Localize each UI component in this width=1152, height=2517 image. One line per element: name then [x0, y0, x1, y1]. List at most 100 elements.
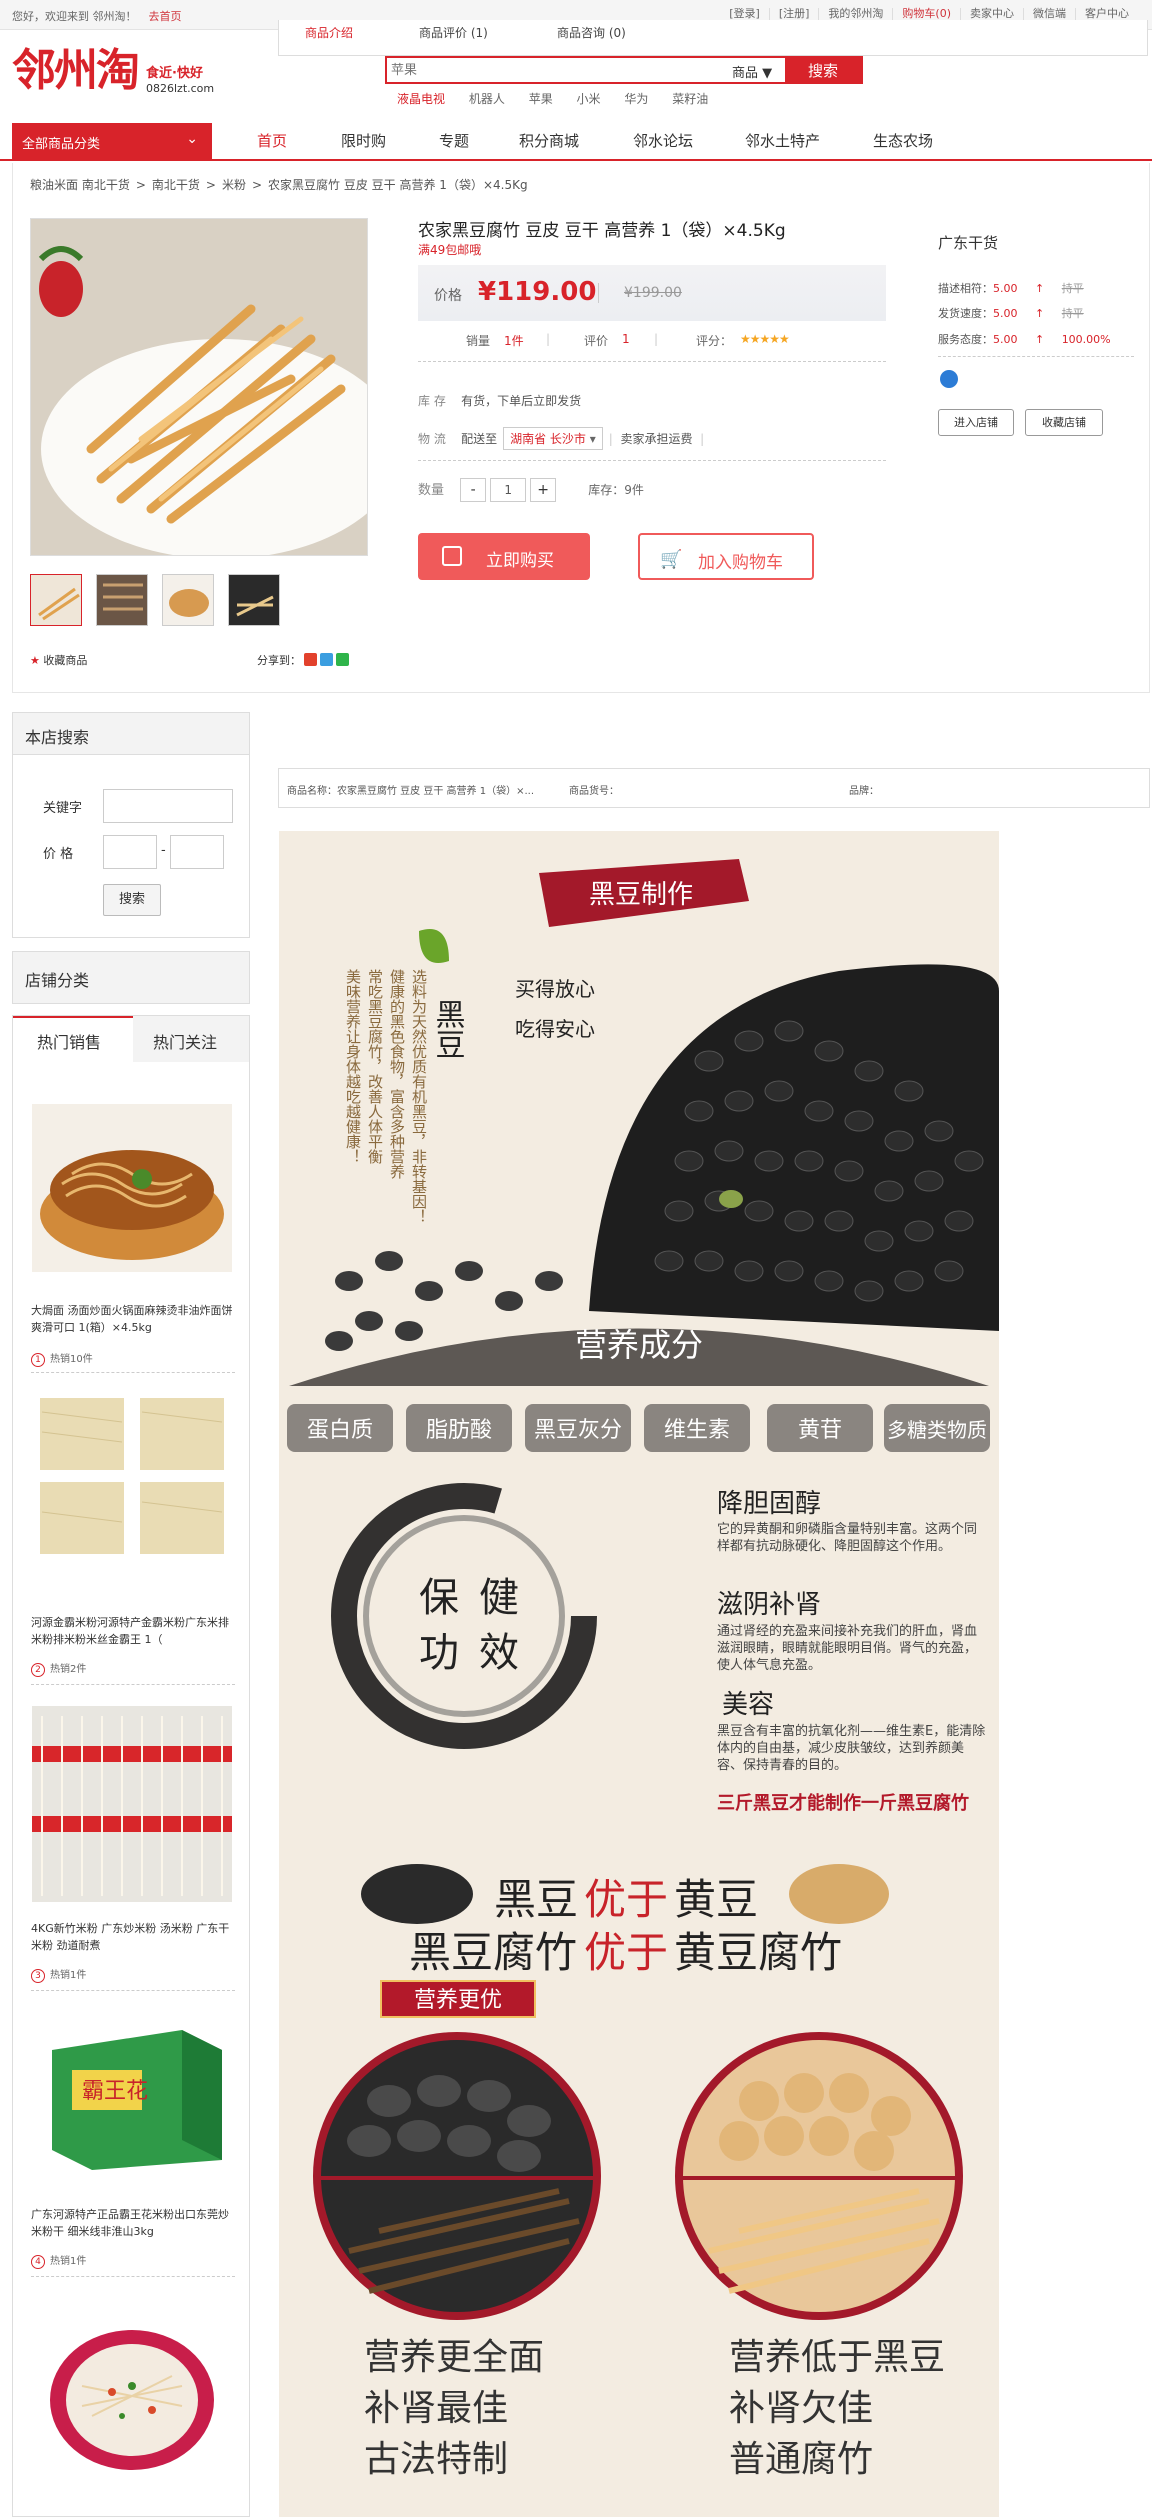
thumbnail[interactable] [228, 574, 280, 626]
circle-char: 功 [419, 1630, 459, 1676]
circle-char: 保 [419, 1575, 459, 1621]
hot-words: 液晶电视 机器人 苹果 小米 华为 菜籽油 [397, 90, 728, 107]
nav-flash[interactable]: 限时购 [341, 130, 386, 151]
hot-item-image[interactable] [32, 2316, 232, 2484]
search-input[interactable] [391, 60, 711, 80]
hot-item-title[interactable]: 广东河源特产正品霸王花米粉出口东莞炒米粉干 细米线非淮山3kg [31, 2206, 235, 2240]
inventory-text: 库存：9件 [588, 482, 644, 497]
attr-name: 商品名称：农家黑豆腐竹 豆皮 豆干 高营养 1（袋）×... [287, 786, 534, 797]
all-categories-button[interactable]: 全部商品分类 ⌄ [12, 123, 212, 159]
hotword[interactable]: 华为 [624, 92, 648, 106]
store-category-panel[interactable]: 店铺分类 [12, 951, 250, 1004]
poster-line1: 买得放心 [515, 977, 595, 1001]
nav-local-specialty[interactable]: 邻水土特产 [745, 130, 820, 151]
price-box: 价格 ¥119.00 ¥199.00 [418, 265, 886, 321]
buy-now-button[interactable]: 立即购买 [418, 533, 590, 580]
go-home-link[interactable]: 去首页 [149, 10, 182, 23]
reviews-value[interactable]: 1 [622, 332, 630, 346]
qty-increase-button[interactable]: + [530, 478, 557, 502]
hot-item-title[interactable]: 4KG新竹米粉 广东炒米粉 汤米粉 广东干米粉 劲道耐煮 [31, 1920, 235, 1954]
stock-row: 库 存 有货，下单后立即发货 [418, 392, 886, 409]
cart-icon: 🛒 [660, 549, 683, 570]
hot-item-image[interactable]: 霸王花 [32, 2010, 232, 2178]
search-button[interactable]: 搜索 [785, 56, 861, 84]
price-range-label: 价 格 [43, 847, 74, 862]
reviews-label[interactable]: 评价 [584, 332, 608, 349]
nav-topics[interactable]: 专题 [439, 130, 469, 151]
nav-eco-farm[interactable]: 生态农场 [873, 130, 933, 151]
nav-home[interactable]: 首页 [257, 130, 287, 151]
nav-forum[interactable]: 邻水论坛 [633, 130, 693, 151]
hotword[interactable]: 菜籽油 [672, 92, 708, 106]
tab-consult[interactable]: 商品咨询 (0) [557, 24, 626, 41]
rank-badge: 4 [31, 2255, 45, 2269]
wechat-link[interactable]: 微信端 [1023, 8, 1075, 20]
favorite-label: 收藏商品 [43, 654, 88, 667]
crumb[interactable]: 粮油米面 南北干货 [30, 178, 130, 192]
welcome: 您好，欢迎来到 邻州淘！ 去首页 [12, 8, 182, 24]
thumbnail[interactable] [162, 574, 214, 626]
thumbnail[interactable] [96, 574, 148, 626]
product-main-image[interactable] [30, 218, 368, 556]
cart-link[interactable]: 购物车(0) [892, 8, 960, 20]
collect-shop-button[interactable]: 收藏店铺 [1025, 409, 1103, 436]
customer-center-link[interactable]: 客户中心 [1075, 8, 1138, 20]
tab-reviews[interactable]: 商品评价 (1) [419, 24, 488, 41]
compare-word: 黑豆 [494, 1875, 578, 1924]
price-min-input[interactable] [103, 835, 157, 869]
site-logo[interactable]: 邻州淘 [12, 46, 140, 96]
hot-item-title[interactable]: 大焗面 汤面炒面火锅面麻辣烫非油炸面饼爽滑可口 1(箱）×4.5kg [31, 1302, 235, 1336]
promo-text: 满49包邮哦 [418, 243, 482, 257]
price-max-input[interactable] [170, 835, 224, 869]
logo-slogan: 食近·快好 [146, 66, 203, 81]
crumb[interactable]: 米粉 [222, 178, 246, 192]
hot-item-image[interactable] [32, 1706, 232, 1902]
hot-item-image[interactable] [32, 1392, 232, 1560]
qty-decrease-button[interactable]: - [460, 478, 487, 502]
nutrient-pill: 脂肪酸 [426, 1418, 492, 1443]
favorite-product[interactable]: ★ 收藏商品 [30, 652, 87, 668]
hot-item-sales: 4 热销1件 [31, 2252, 86, 2269]
score-label: 评分： [696, 334, 733, 348]
weibo-icon[interactable] [304, 653, 317, 666]
hot-item-sales: 3 热销1件 [31, 1966, 86, 1983]
register-link[interactable]: [注册] [768, 8, 819, 20]
right-point: 补肾欠佳 [729, 2388, 873, 2429]
hotword[interactable]: 液晶电视 [397, 92, 445, 106]
hotword[interactable]: 苹果 [529, 92, 553, 106]
search-category-select[interactable]: 商品 ▼ [732, 62, 772, 81]
nutrient-pill: 多糖类物质 [887, 1418, 987, 1442]
wechat-icon[interactable] [336, 653, 349, 666]
qq-chat-icon[interactable] [940, 370, 958, 388]
my-account-link[interactable]: 我的邻州淘 [818, 8, 892, 20]
shop-divider [938, 356, 1134, 357]
thumbnail[interactable] [30, 574, 82, 626]
seller-center-link[interactable]: 卖家中心 [960, 8, 1023, 20]
tab-hot-follow[interactable]: 热门关注 [153, 1029, 217, 1053]
nav-divider [0, 159, 1152, 161]
shop-name[interactable]: 广东干货 [938, 232, 998, 253]
product-detail-poster: 黑豆制作 黑豆 买得放心 吃得安心 选料为天然优质有机黑豆，非转基因！ 健康的黑… [279, 831, 999, 2517]
qzone-icon[interactable] [320, 653, 333, 666]
tab-hot-sales[interactable]: 热门销售 [37, 1029, 101, 1053]
add-to-cart-button[interactable]: 🛒 加入购物车 [638, 533, 814, 580]
hot-item-title[interactable]: 河源金霸米粉河源特产金霸米粉广东米排米粉排米粉米丝金霸王 1（ [31, 1614, 235, 1648]
black-bean-pile [361, 1864, 473, 1924]
hot-item-image[interactable] [32, 1104, 232, 1272]
enter-shop-button[interactable]: 进入店铺 [938, 409, 1014, 436]
store-search-button[interactable]: 搜索 [103, 884, 161, 916]
all-categories-label: 全部商品分类 [22, 137, 101, 152]
tab-intro[interactable]: 商品介绍 [305, 24, 353, 41]
qty-input[interactable]: 1 [490, 478, 527, 502]
crumb[interactable]: 南北干货 [152, 178, 200, 192]
nav-points-mall[interactable]: 积分商城 [519, 130, 579, 151]
hotword[interactable]: 机器人 [469, 92, 505, 106]
crumb-sep: > [251, 178, 263, 192]
item-divider [31, 1990, 235, 1991]
hotword[interactable]: 小米 [577, 92, 601, 106]
region-select[interactable]: 湖南省 长沙市 ▾ [503, 427, 603, 450]
price-dash: - [161, 843, 166, 858]
keyword-input[interactable] [103, 789, 233, 823]
login-link[interactable]: [登录] [720, 8, 769, 20]
rank-badge: 1 [31, 1353, 45, 1367]
